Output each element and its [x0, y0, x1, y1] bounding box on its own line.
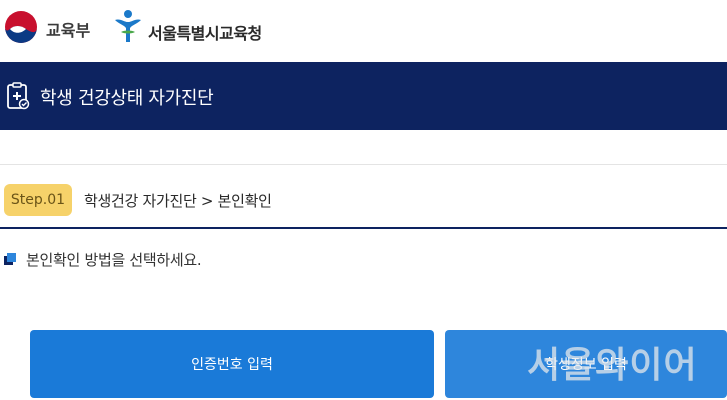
step-badge: Step.01 — [4, 184, 72, 216]
page-title: 학생 건강상태 자가진단 — [40, 88, 214, 109]
watermark: 서울와이어 — [527, 345, 698, 386]
square-bullet-icon — [4, 253, 16, 265]
education-office-label: 서울특별시교육청 — [148, 24, 262, 43]
ministry-label: 교육부 — [46, 21, 91, 40]
health-check-clipboard-icon — [7, 82, 30, 110]
title-bar: 학생 건강상태 자가진단 — [0, 62, 727, 130]
certificate-number-button[interactable]: 인증번호 입력 — [30, 330, 434, 398]
step-divider — [0, 227, 727, 229]
logo-bar: 교육부 서울특별시교육청 — [0, 0, 727, 62]
seoul-education-office-logo-icon — [115, 10, 141, 42]
divider — [0, 164, 727, 165]
instruction-text: 본인확인 방법을 선택하세요. — [26, 251, 202, 269]
breadcrumb: 학생건강 자가진단 > 본인확인 — [84, 192, 272, 210]
ministry-of-education-logo-icon — [5, 11, 37, 43]
step-row: Step.01 학생건강 자가진단 > 본인확인 — [0, 184, 727, 216]
instruction: 본인확인 방법을 선택하세요. — [0, 248, 727, 270]
certificate-number-button-label: 인증번호 입력 — [191, 357, 273, 373]
